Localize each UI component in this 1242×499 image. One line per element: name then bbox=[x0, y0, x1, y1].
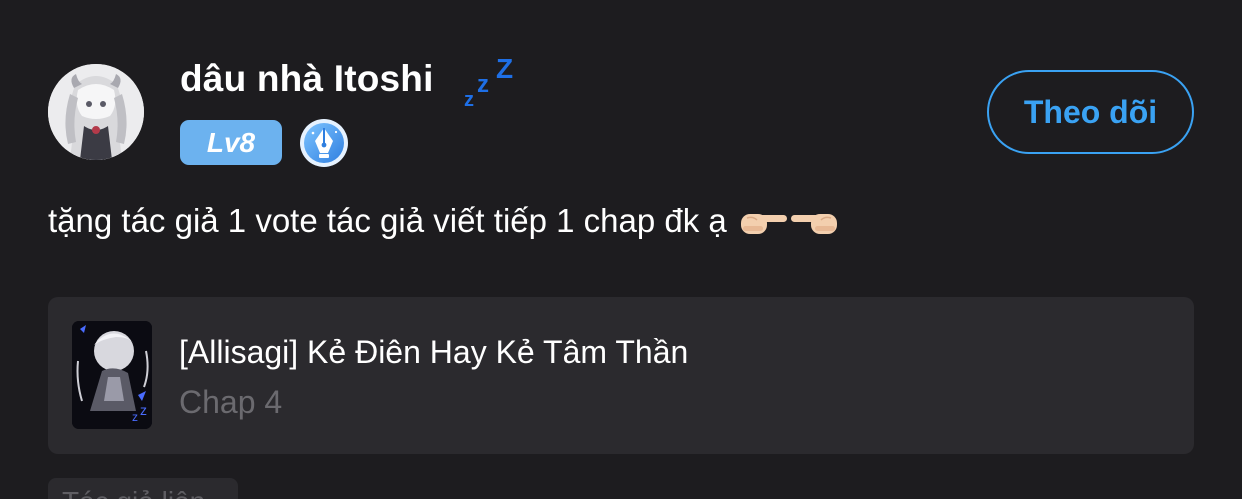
svg-text:z: z bbox=[132, 410, 138, 424]
svg-text:Z: Z bbox=[496, 53, 513, 84]
comment-screen: dâu nhà Itoshi z z Z Lv8 Theo dõi tặng t… bbox=[0, 0, 1242, 499]
story-card[interactable]: z z [Allisagi] Kẻ Điên Hay Kẻ Tâm Thần C… bbox=[48, 297, 1194, 454]
reply-field[interactable]: Tác giả liên... bbox=[48, 478, 238, 499]
cover-illustration: z z bbox=[72, 321, 152, 429]
pointing-right-hand-icon bbox=[740, 214, 787, 234]
svg-text:z: z bbox=[477, 71, 489, 98]
story-title: [Allisagi] Kẻ Điên Hay Kẻ Tâm Thần bbox=[179, 334, 689, 370]
level-badge: Lv8 bbox=[180, 120, 282, 165]
emoji-group bbox=[739, 204, 839, 238]
follow-button[interactable]: Theo dõi bbox=[987, 70, 1194, 154]
svg-text:z: z bbox=[464, 89, 474, 110]
avatar-illustration bbox=[48, 64, 144, 160]
author-name[interactable]: dâu nhà Itoshi bbox=[180, 58, 434, 100]
pointing-left-hand-icon bbox=[790, 214, 837, 234]
story-chapter: Chap 4 bbox=[179, 384, 283, 420]
comment-body: tặng tác giả 1 vote tác giả viết tiếp 1 … bbox=[48, 202, 839, 240]
svg-text:z: z bbox=[140, 402, 147, 418]
zzz-sleep-icon: z z Z bbox=[464, 53, 513, 110]
avatar[interactable] bbox=[48, 64, 144, 160]
pen-nib-writer-icon bbox=[300, 119, 348, 167]
comment-text: tặng tác giả 1 vote tác giả viết tiếp 1 … bbox=[48, 202, 727, 239]
story-cover-image: z z bbox=[72, 321, 152, 429]
